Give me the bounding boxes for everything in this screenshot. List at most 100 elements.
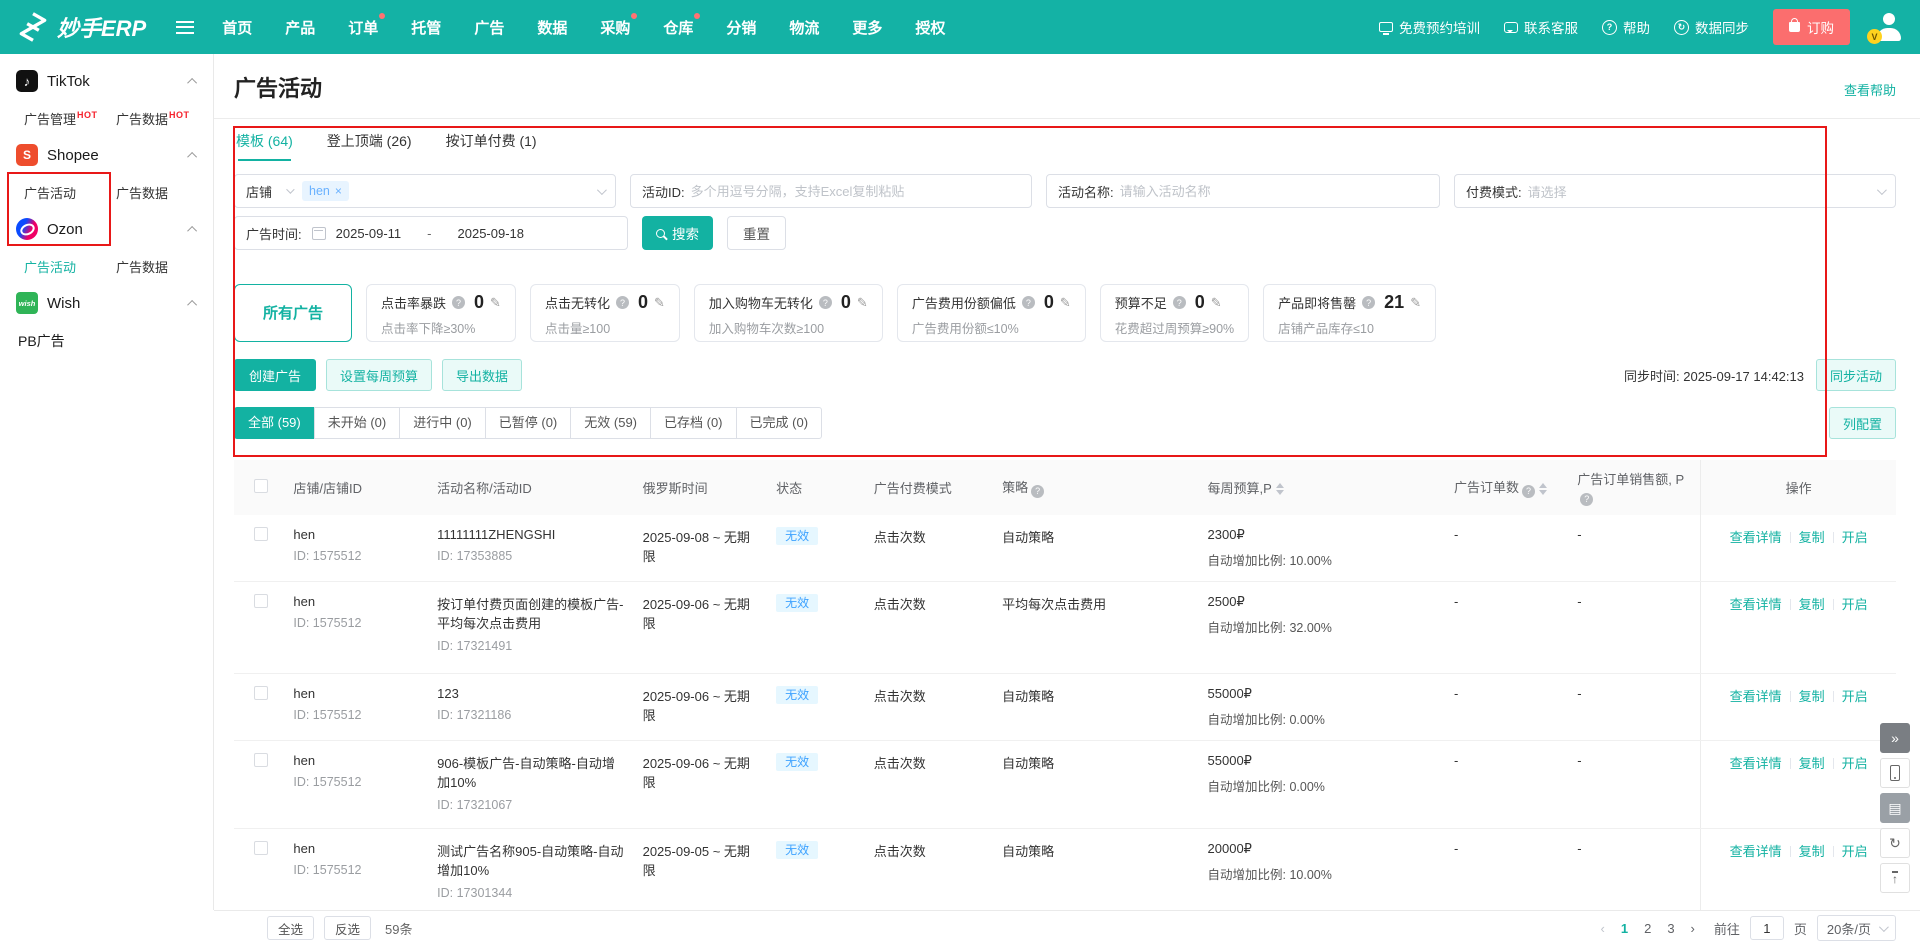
status-tab-3[interactable]: 进行中 (0)	[399, 407, 486, 439]
status-tab-7[interactable]: 已完成 (0)	[735, 407, 823, 439]
next-page-button[interactable]: ›	[1688, 921, 1698, 936]
sidebar-item-广告数据[interactable]: 广告数据HOT	[116, 109, 208, 128]
select-all-checkbox[interactable]	[254, 478, 268, 493]
action-link-开启[interactable]: 开启	[1842, 597, 1868, 612]
page-button-3[interactable]: 3	[1664, 921, 1677, 936]
help-icon[interactable]: ?	[1522, 484, 1536, 498]
nav-item-1[interactable]: 首页	[222, 17, 252, 38]
column-config-button[interactable]: 列配置	[1828, 407, 1896, 439]
nav-item-12[interactable]: 授权	[915, 17, 945, 38]
edit-icon[interactable]: ✎	[1060, 295, 1071, 311]
sidebar-item-PB广告[interactable]: PB广告	[0, 322, 213, 360]
tab-2[interactable]: 登上顶端 (26)	[327, 131, 412, 161]
sidebar-item-广告管理[interactable]: 广告管理HOT	[24, 109, 116, 128]
help-icon[interactable]: ?	[1172, 296, 1186, 309]
help-icon[interactable]: ?	[615, 296, 629, 309]
toolbar-button-设置每周预算[interactable]: 设置每周预算	[326, 359, 433, 391]
topbar-link-chat[interactable]: 联系客服	[1504, 17, 1578, 37]
shop-tag[interactable]: hen ×	[302, 181, 349, 201]
nav-item-9[interactable]: 分销	[726, 17, 756, 38]
nav-item-10[interactable]: 物流	[789, 17, 819, 38]
edit-icon[interactable]: ✎	[857, 295, 868, 311]
toolbar-button-导出数据[interactable]: 导出数据	[442, 359, 523, 391]
nav-item-7[interactable]: 采购	[600, 12, 638, 38]
row-checkbox[interactable]	[254, 840, 268, 855]
pay-mode-select[interactable]: 付费模式: 请选择	[1454, 174, 1896, 208]
sidebar-item-广告活动[interactable]: 广告活动	[24, 257, 116, 276]
jump-page-input[interactable]	[1749, 916, 1784, 940]
sidebar-item-广告数据[interactable]: 广告数据	[116, 183, 208, 202]
stat-card-all-ads[interactable]: 所有广告	[234, 284, 352, 342]
expand-button[interactable]: »	[1880, 723, 1910, 753]
action-link-查看详情[interactable]: 查看详情	[1730, 530, 1782, 545]
action-link-查看详情[interactable]: 查看详情	[1730, 844, 1782, 859]
edit-icon[interactable]: ✎	[490, 295, 501, 311]
action-link-复制[interactable]: 复制	[1799, 756, 1825, 771]
feedback-button[interactable]: ▤	[1880, 793, 1910, 823]
prev-page-button[interactable]: ‹	[1598, 921, 1608, 936]
row-checkbox[interactable]	[254, 685, 268, 700]
select-all-button[interactable]: 全选	[267, 916, 315, 940]
help-icon[interactable]: ?	[1362, 296, 1376, 309]
end-date[interactable]: 2025-09-18	[458, 226, 525, 241]
ad-time-range-picker[interactable]: 广告时间: 2025-09-11 - 2025-09-18	[234, 216, 628, 250]
sort-icon[interactable]	[1539, 482, 1548, 495]
row-checkbox[interactable]	[254, 526, 268, 541]
help-icon[interactable]: ?	[452, 296, 466, 309]
page-button-2[interactable]: 2	[1641, 921, 1654, 936]
page-button-1[interactable]: 1	[1618, 921, 1631, 936]
action-link-查看详情[interactable]: 查看详情	[1730, 597, 1782, 612]
edit-icon[interactable]: ✎	[654, 295, 665, 311]
row-checkbox[interactable]	[254, 752, 268, 767]
page-size-select[interactable]: 20条/页	[1816, 915, 1896, 941]
topbar-link-training[interactable]: 免费预约培训	[1379, 17, 1480, 37]
tab-3[interactable]: 按订单付费 (1)	[446, 131, 537, 161]
status-tab-6[interactable]: 已存档 (0)	[650, 407, 737, 439]
status-tab-4[interactable]: 已暂停 (0)	[484, 407, 572, 439]
status-tab-1[interactable]: 全部 (59)	[234, 407, 315, 439]
edit-icon[interactable]: ✎	[1410, 295, 1421, 311]
search-button[interactable]: 搜索	[642, 216, 713, 250]
status-tab-5[interactable]: 无效 (59)	[570, 407, 652, 439]
create-ad-button[interactable]: 创建广告	[234, 359, 317, 391]
action-link-复制[interactable]: 复制	[1799, 689, 1825, 704]
help-icon[interactable]: ?	[1021, 296, 1035, 309]
avatar[interactable]: V	[1867, 12, 1904, 44]
sidebar-section-ozon[interactable]: Ozon	[0, 210, 213, 248]
sidebar-section-tiktok[interactable]: ♪ TikTok	[0, 62, 213, 100]
refresh-button[interactable]: ↻	[1880, 828, 1910, 858]
nav-item-3[interactable]: 订单	[348, 12, 386, 38]
action-link-复制[interactable]: 复制	[1799, 597, 1825, 612]
help-icon[interactable]: ?	[1031, 484, 1045, 498]
phone-button[interactable]	[1880, 758, 1910, 788]
nav-item-11[interactable]: 更多	[852, 17, 882, 38]
sidebar-item-广告活动[interactable]: 广告活动	[24, 183, 116, 202]
close-icon[interactable]: ×	[335, 185, 342, 197]
action-link-查看详情[interactable]: 查看详情	[1730, 756, 1782, 771]
action-link-复制[interactable]: 复制	[1799, 530, 1825, 545]
sidebar-item-广告数据[interactable]: 广告数据	[116, 257, 208, 276]
action-link-查看详情[interactable]: 查看详情	[1730, 689, 1782, 704]
sort-icon[interactable]	[1275, 483, 1284, 496]
sync-campaigns-button[interactable]: 同步活动	[1815, 359, 1896, 391]
status-tab-2[interactable]: 未开始 (0)	[313, 407, 401, 439]
back-to-top-button[interactable]: ↑	[1880, 863, 1910, 893]
nav-item-8[interactable]: 仓库	[663, 12, 701, 38]
help-icon[interactable]: ?	[818, 296, 832, 309]
row-checkbox[interactable]	[254, 593, 268, 608]
action-link-开启[interactable]: 开启	[1842, 689, 1868, 704]
reset-button[interactable]: 重置	[727, 216, 786, 250]
shop-filter-select[interactable]: 店铺 hen ×	[234, 174, 616, 208]
nav-item-2[interactable]: 产品	[285, 17, 315, 38]
sidebar-section-wish[interactable]: wish Wish	[0, 284, 213, 322]
topbar-link-help[interactable]: ? 帮助	[1602, 17, 1650, 37]
invert-selection-button[interactable]: 反选	[324, 916, 372, 940]
start-date[interactable]: 2025-09-11	[336, 226, 402, 241]
hamburger-icon[interactable]	[176, 20, 195, 34]
edit-icon[interactable]: ✎	[1211, 295, 1222, 311]
nav-item-5[interactable]: 广告	[474, 17, 504, 38]
help-link[interactable]: 查看帮助	[1844, 80, 1896, 99]
activity-name-input[interactable]	[1119, 183, 1428, 199]
activity-id-input[interactable]	[690, 183, 1020, 199]
sidebar-section-shopee[interactable]: S Shopee	[0, 136, 213, 174]
